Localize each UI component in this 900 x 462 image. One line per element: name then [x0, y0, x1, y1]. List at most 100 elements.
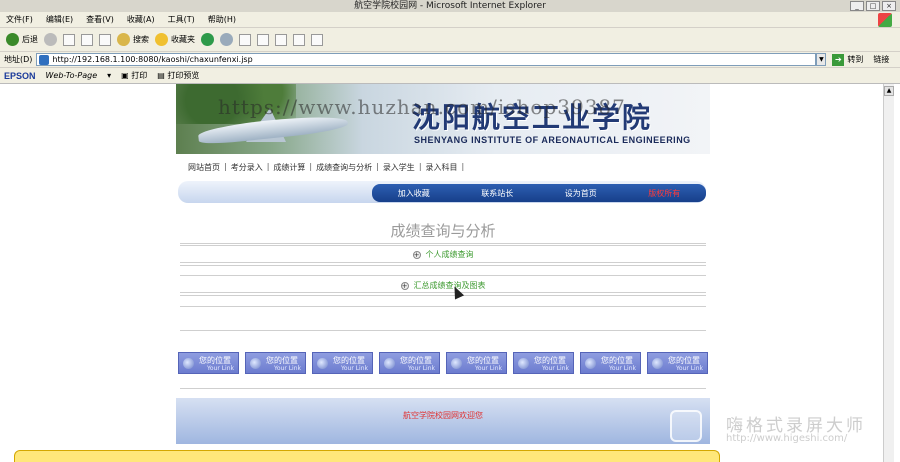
top-nav: 网站首页 | 考分录入 | 成绩计算 | 成绩查询与分析 | 录入学生 | 录入科目 | — [176, 162, 710, 176]
favorites-label: 收藏夹 — [171, 35, 195, 44]
tab-contact[interactable]: 联系站长 — [481, 188, 513, 199]
nav-score-entry[interactable]: 考分录入 — [231, 162, 263, 176]
web-to-page-button[interactable]: Web-To-Page — [46, 71, 98, 80]
location-sub: Your Link — [407, 365, 435, 372]
menu-favorites[interactable]: 收藏(A) — [127, 14, 155, 25]
location-button[interactable]: 您的位置 Your Link — [245, 352, 306, 374]
nav-score-query[interactable]: 成绩查询与分析 — [316, 162, 372, 176]
blue-tabs: 加入收藏 联系站长 设为首页 版权所有 — [372, 184, 706, 202]
maximize-button[interactable]: □ — [866, 1, 880, 11]
menu-edit[interactable]: 编辑(E) — [46, 14, 73, 25]
go-arrow-icon: ➔ — [832, 53, 845, 66]
window-titlebar: 航空学院校园网 - Microsoft Internet Explorer _ … — [0, 0, 900, 12]
web-to-page-dropdown-icon[interactable]: ▾ — [107, 71, 111, 80]
favorites-button[interactable]: 收藏夹 — [155, 33, 195, 46]
location-button[interactable]: 您的位置 Your Link — [178, 352, 239, 374]
globe-icon — [652, 358, 663, 369]
print-label: 打印 — [131, 71, 148, 80]
edit-icon[interactable] — [275, 33, 287, 46]
back-button[interactable]: 后退 — [6, 33, 38, 46]
globe-icon — [384, 358, 395, 369]
menu-bar: 文件(F) 编辑(E) 查看(V) 收藏(A) 工具(T) 帮助(H) — [0, 12, 900, 28]
globe-icon — [183, 358, 194, 369]
messenger-icon[interactable] — [293, 33, 305, 46]
location-button[interactable]: 您的位置 Your Link — [580, 352, 641, 374]
location-button[interactable]: 您的位置 Your Link — [312, 352, 373, 374]
divider — [180, 330, 706, 331]
watermark-url: https://www.huzhan.com/ishop39387 — [218, 95, 626, 119]
history-icon[interactable] — [220, 33, 233, 46]
home-icon[interactable] — [99, 33, 111, 46]
nav-add-student[interactable]: 录入学生 — [383, 162, 415, 176]
go-button[interactable]: ➔ 转到 — [832, 53, 864, 66]
print-preview-button[interactable]: ▤ 打印预览 — [157, 70, 199, 81]
divider — [180, 292, 706, 293]
print-preview-label: 打印预览 — [167, 71, 200, 80]
menu-file[interactable]: 文件(F) — [6, 14, 33, 25]
globe-icon — [317, 358, 328, 369]
address-label: 地址(D) — [4, 55, 33, 64]
divider — [180, 265, 706, 266]
tab-set-home[interactable]: 设为首页 — [565, 188, 597, 199]
refresh-icon[interactable] — [81, 33, 93, 46]
links-button[interactable]: 链接 — [873, 54, 889, 65]
vertical-scrollbar[interactable]: ▲ — [883, 84, 894, 462]
print-button[interactable]: ▣ 打印 — [121, 70, 147, 81]
divider — [180, 306, 706, 307]
menu-tools[interactable]: 工具(T) — [168, 14, 195, 25]
address-bar: 地址(D) http://192.168.1.100:8080/kaoshi/c… — [0, 52, 900, 68]
window-title: 航空学院校园网 - Microsoft Internet Explorer — [354, 1, 546, 11]
location-button[interactable]: 您的位置 Your Link — [379, 352, 440, 374]
scroll-up-icon[interactable]: ▲ — [884, 86, 894, 96]
globe-icon — [250, 358, 261, 369]
nav-score-calc[interactable]: 成绩计算 — [273, 162, 305, 176]
search-button[interactable]: 搜索 — [117, 33, 149, 46]
page-title: 成绩查询与分析 — [390, 222, 496, 240]
location-sub: Your Link — [340, 365, 368, 372]
print-icon[interactable] — [257, 33, 269, 46]
search-label: 搜索 — [133, 35, 149, 44]
tab-copyright[interactable]: 版权所有 — [648, 188, 680, 199]
divider — [180, 295, 706, 296]
address-url: http://192.168.1.100:8080/kaoshi/chaxunf… — [52, 55, 253, 64]
site-footer — [176, 398, 710, 444]
divider — [180, 275, 706, 276]
plus-icon: + — [400, 281, 409, 290]
location-buttons: 您的位置 Your Link 您的位置 Your Link 您的位置 Your Lin… — [178, 352, 710, 374]
back-arrow-icon — [6, 33, 19, 46]
recorder-url: http://www.higeshi.com/ — [726, 433, 848, 444]
location-sub: Your Link — [474, 365, 502, 372]
search-icon — [117, 33, 130, 46]
mail-icon[interactable] — [239, 33, 251, 46]
menu-help[interactable]: 帮助(H) — [208, 14, 236, 25]
address-dropdown-icon[interactable]: ▼ — [816, 53, 827, 66]
notification-bar[interactable] — [14, 450, 720, 462]
ie-page-icon — [39, 54, 50, 65]
nav-home[interactable]: 网站首页 — [188, 162, 220, 176]
location-button[interactable]: 您的位置 Your Link — [446, 352, 507, 374]
site-container: 沈阳航空工业学院 SHENYANG INSTITUTE OF AREONAUTI… — [176, 84, 710, 462]
divider — [180, 245, 706, 246]
epson-toolbar: EPSON Web-To-Page ▾ ▣ 打印 ▤ 打印预览 — [0, 68, 900, 84]
media-icon[interactable] — [201, 33, 214, 46]
personal-score-query-link[interactable]: 个人成绩查询 — [426, 249, 474, 260]
stop-icon[interactable] — [63, 33, 75, 46]
window-controls: _ □ × — [850, 1, 896, 11]
close-button[interactable]: × — [882, 1, 896, 11]
location-button[interactable]: 您的位置 Your Link — [513, 352, 574, 374]
forward-icon[interactable] — [44, 33, 57, 46]
location-sub: Your Link — [675, 365, 703, 372]
tab-add-favorite[interactable]: 加入收藏 — [398, 188, 430, 199]
globe-icon — [451, 358, 462, 369]
divider — [180, 388, 706, 389]
divider — [180, 262, 706, 263]
research-icon[interactable] — [311, 33, 323, 46]
address-input[interactable]: http://192.168.1.100:8080/kaoshi/chaxunf… — [36, 53, 817, 66]
location-button[interactable]: 您的位置 Your Link — [647, 352, 708, 374]
nav-add-subject[interactable]: 录入科目 — [426, 162, 458, 176]
go-label: 转到 — [847, 55, 864, 64]
plus-icon: + — [412, 250, 421, 259]
minimize-button[interactable]: _ — [850, 1, 864, 11]
menu-view[interactable]: 查看(V) — [86, 14, 114, 25]
school-name-en: SHENYANG INSTITUTE OF AREONAUTICAL ENGIN… — [414, 135, 691, 145]
